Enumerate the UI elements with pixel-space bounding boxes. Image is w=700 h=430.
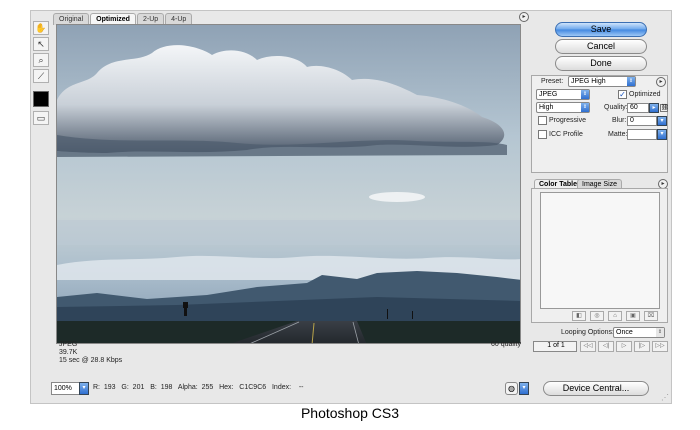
resize-grip-icon[interactable]: ⋰: [661, 393, 669, 402]
info-download-time: 15 sec @ 28.8 Kbps: [59, 357, 123, 364]
preset-value: JPEG High: [571, 78, 606, 85]
cancel-button[interactable]: Cancel: [555, 39, 647, 54]
looping-options-label: Looping Options:: [561, 329, 614, 336]
color-readout: R: 193 G: 201 B: 198 Alpha: 255 Hex: C1C…: [93, 384, 304, 391]
preset-select[interactable]: JPEG High ⇕: [568, 76, 636, 87]
lock-color-icon[interactable]: ⌂: [608, 311, 622, 321]
info-quality: 60 quality: [491, 341, 521, 348]
frame-counter: 1 of 1: [533, 341, 577, 352]
chevron-updown-icon: ⇕: [627, 77, 635, 86]
matte-swatch[interactable]: [627, 129, 657, 140]
compression-value: High: [539, 104, 554, 111]
next-frame-icon[interactable]: |▷: [634, 341, 650, 352]
toggle-slices-icon[interactable]: ▭: [33, 111, 49, 125]
looping-options-select[interactable]: Once ⇕: [613, 327, 665, 338]
link-icon[interactable]: ⛓: [660, 104, 669, 112]
matte-label: Matte:: [608, 131, 628, 138]
save-button[interactable]: Save: [555, 22, 647, 37]
new-color-icon[interactable]: ▣: [626, 311, 640, 321]
hand-icon[interactable]: ✋: [33, 21, 49, 35]
trash-icon[interactable]: ⌧: [644, 311, 658, 321]
optimized-label: Optimized: [629, 91, 661, 98]
eyedropper-icon[interactable]: ⟋: [33, 69, 49, 83]
settings-menu-icon[interactable]: ▸: [656, 77, 666, 87]
quality-slider-arrow-icon[interactable]: ▸: [649, 103, 659, 113]
preset-label: Preset:: [541, 78, 564, 85]
chevron-updown-icon: ⇕: [656, 328, 664, 337]
info-size: 39.7K: [59, 349, 78, 356]
slice-select-icon[interactable]: ↖: [33, 37, 49, 51]
blur-label: Blur:: [612, 117, 627, 124]
last-frame-icon[interactable]: ▷▷: [652, 341, 668, 352]
zoom-icon[interactable]: ⌕: [33, 53, 49, 67]
progressive-label: Progressive: [549, 117, 586, 124]
quality-label: Quality:: [604, 104, 628, 111]
landscape-photo: [57, 25, 520, 343]
map-transparency-icon[interactable]: ◧: [572, 311, 586, 321]
color-table-panel: ◧ ◎ ⌂ ▣ ⌧: [531, 188, 668, 323]
chevron-updown-icon: ⇕: [581, 90, 589, 99]
icc-profile-label: ICC Profile: [549, 131, 583, 138]
format-value: JPEG: [539, 91, 558, 98]
blur-input[interactable]: 0: [627, 116, 657, 126]
tool-strip: ✋ ↖ ⌕ ⟋ ▭: [33, 21, 49, 127]
optimized-info: JPEG 39.7K 15 sec @ 28.8 Kbps: [59, 341, 122, 365]
previous-frame-icon[interactable]: ◁|: [598, 341, 614, 352]
chevron-updown-icon: ⇕: [581, 103, 589, 112]
icc-profile-checkbox[interactable]: [538, 130, 547, 139]
save-for-web-dialog: ✋ ↖ ⌕ ⟋ ▭ Original Optimized 2-Up 4-Up ▸: [30, 10, 672, 404]
format-select[interactable]: JPEG ⇕: [536, 89, 590, 100]
color-table-swatches[interactable]: [540, 192, 660, 309]
device-central-button[interactable]: Device Central...: [543, 381, 649, 396]
progressive-checkbox[interactable]: [538, 116, 547, 125]
zoom-level-value: 100%: [54, 385, 72, 392]
image-preview[interactable]: [56, 24, 521, 344]
optimize-settings-panel: Preset: JPEG High ⇕ ▸ JPEG ⇕ ✓ Optimized…: [531, 75, 669, 173]
caption: Photoshop CS3: [300, 405, 400, 421]
looping-value: Once: [616, 329, 633, 336]
eyedropper-color-swatch[interactable]: [33, 91, 49, 107]
matte-arrow-icon[interactable]: ▾: [657, 129, 667, 140]
browser-menu-arrow-icon[interactable]: ▾: [519, 382, 529, 395]
first-frame-icon[interactable]: ◁◁: [580, 341, 596, 352]
info-format: JPEG: [59, 341, 78, 348]
play-icon[interactable]: ▷: [616, 341, 632, 352]
blur-arrow-icon[interactable]: ▾: [657, 116, 667, 126]
preview-menu-icon[interactable]: ▸: [519, 12, 529, 22]
zoom-dropdown-arrow-icon[interactable]: ▾: [79, 382, 89, 395]
quality-input[interactable]: 60: [627, 103, 649, 113]
done-button[interactable]: Done: [555, 56, 647, 71]
compression-quality-select[interactable]: High ⇕: [536, 102, 590, 113]
web-shift-icon[interactable]: ◎: [590, 311, 604, 321]
browser-preview-icon[interactable]: ◍: [505, 382, 518, 395]
optimized-checkbox[interactable]: ✓: [618, 90, 627, 99]
